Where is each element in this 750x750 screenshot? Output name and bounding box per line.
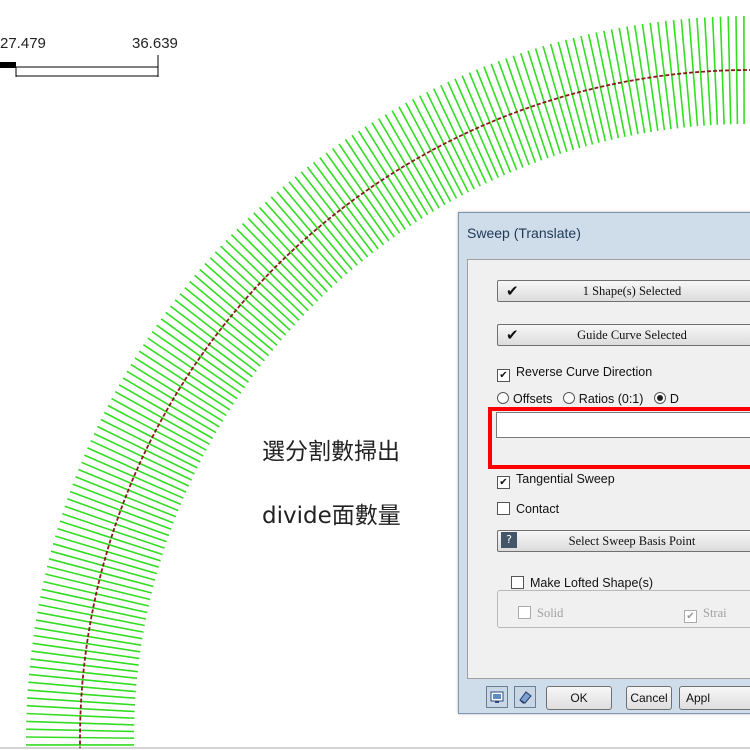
sweep-tick	[258, 206, 333, 288]
make-lofted-label: Make Lofted Shape(s)	[530, 576, 653, 590]
ratios-radio[interactable]	[562, 392, 575, 404]
straight-label: Strai	[703, 606, 727, 620]
shape-selected-button[interactable]: ✔ 1 Shape(s) Selected	[497, 280, 750, 302]
tangential-sweep-row[interactable]: ✔ Tangential Sweep	[497, 472, 615, 489]
sweep-tick	[118, 384, 214, 440]
sweep-tick	[199, 268, 282, 341]
scale-label-right: 36.639	[132, 35, 178, 52]
solid-label: Solid	[537, 606, 564, 620]
sweep-tick	[134, 357, 227, 417]
sweep-tick	[505, 58, 543, 161]
mode-options-row: Offsets Ratios (0:1) D	[497, 392, 679, 406]
sweep-tick	[57, 527, 161, 562]
solid-row: Solid	[518, 606, 563, 621]
divisions-radio[interactable]	[653, 392, 666, 404]
sweep-tick	[46, 565, 152, 594]
contact-checkbox[interactable]	[497, 502, 510, 515]
annotation-line-2: divide面數量	[262, 503, 401, 529]
sweep-tick	[549, 43, 581, 149]
shape-selected-label: 1 Shape(s) Selected	[582, 284, 682, 298]
apply-button[interactable]: Appl	[679, 686, 750, 710]
ok-button[interactable]: OK	[546, 686, 612, 710]
mode-option-divisions[interactable]: D	[653, 392, 679, 406]
guide-curve-button[interactable]: ✔ Guide Curve Selected	[497, 324, 750, 346]
sweep-tick	[204, 262, 287, 336]
preview-icon[interactable]	[486, 686, 508, 708]
guide-curve-label: Guide Curve Selected	[577, 328, 687, 342]
reverse-curve-row[interactable]: ✔ Reverse Curve Direction	[497, 365, 652, 382]
contact-row[interactable]: Contact	[497, 502, 559, 516]
straight-checkbox: ✔	[684, 610, 697, 623]
highlight-box	[488, 407, 750, 469]
offsets-radio[interactable]	[497, 392, 509, 404]
contact-label: Contact	[516, 502, 560, 516]
sweep-tick	[138, 350, 231, 411]
eraser-icon[interactable]	[514, 686, 536, 708]
sweep-tick	[377, 118, 435, 213]
sweep-tick	[48, 558, 154, 588]
sweep-tick	[253, 212, 328, 293]
reverse-curve-checkbox[interactable]: ✔	[497, 369, 510, 382]
sweep-tick	[114, 391, 210, 445]
select-basis-point-button[interactable]: ? Select Sweep Basis Point	[497, 530, 750, 552]
scale-bar	[0, 55, 159, 77]
mode-option-ratios[interactable]: Ratios (0:1)	[562, 392, 643, 406]
cancel-button[interactable]: Cancel	[626, 686, 672, 710]
straight-row: ✔ Strai	[684, 606, 727, 623]
make-lofted-checkbox[interactable]	[511, 576, 524, 589]
tangential-sweep-label: Tangential Sweep	[516, 472, 615, 486]
sweep-tick	[371, 122, 429, 216]
solid-checkbox	[518, 606, 531, 619]
dialog-title: Sweep (Translate)	[467, 225, 581, 241]
mode-option-offsets[interactable]: Offsets	[497, 392, 552, 406]
reverse-curve-label: Reverse Curve Direction	[516, 365, 653, 379]
sweep-tick	[69, 490, 172, 530]
make-lofted-row[interactable]: Make Lofted Shape(s)	[507, 576, 657, 590]
annotation-line-1: 選分割數掃出	[262, 439, 400, 465]
sweep-tick	[33, 634, 141, 653]
tangential-sweep-checkbox[interactable]: ✔	[497, 476, 510, 489]
select-basis-point-label: Select Sweep Basis Point	[568, 534, 696, 548]
scale-label-left: 27.479	[0, 35, 46, 52]
